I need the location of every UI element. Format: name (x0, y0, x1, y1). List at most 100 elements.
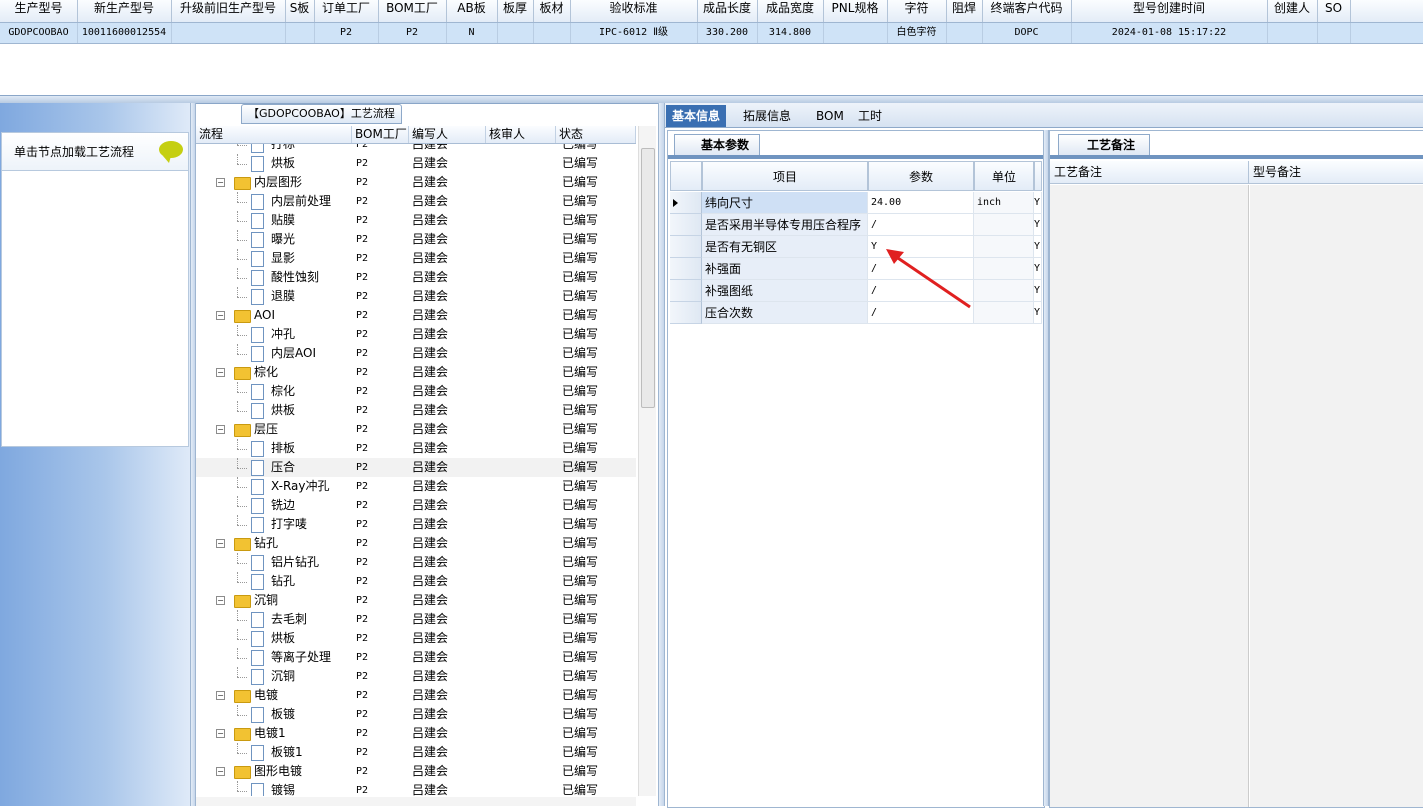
tree-row[interactable]: 棕化 P2 吕建会 已编写 (196, 382, 636, 401)
tree-node-label[interactable]: 图形电镀 (254, 762, 302, 781)
tree-node-label[interactable]: 棕化 (271, 382, 295, 401)
tree-row[interactable]: 显影 P2 吕建会 已编写 (196, 249, 636, 268)
grid-cell[interactable]: GDOPCOOBAO (0, 23, 78, 43)
grid-col-header[interactable]: SO (1317, 0, 1351, 22)
params-row[interactable]: 纬向尺寸 24.00 inch Y (670, 192, 1042, 214)
grid-cell[interactable] (1317, 23, 1351, 43)
params-col-header[interactable]: 参数 (868, 161, 974, 191)
param-value[interactable]: / (868, 214, 974, 236)
grid-cell[interactable]: P2 (314, 23, 379, 43)
tree-node-label[interactable]: 显影 (271, 249, 295, 268)
row-indicator[interactable] (670, 236, 702, 258)
grid-col-header[interactable]: 创建人 (1267, 0, 1318, 22)
tree-node-label[interactable]: 退膜 (271, 287, 295, 306)
tree-row[interactable]: 铣边 P2 吕建会 已编写 (196, 496, 636, 515)
param-value[interactable]: 24.00 (868, 192, 974, 214)
tree-node-label[interactable]: 酸性蚀刻 (271, 268, 319, 287)
tree-node-label[interactable]: 层压 (254, 420, 278, 439)
grid-cell[interactable]: 2024-01-08 15:17:22 (1071, 23, 1268, 43)
params-col-header[interactable]: 项目 (702, 161, 868, 191)
tree-node-label[interactable]: 铝片钻孔 (271, 553, 319, 572)
collapse-icon[interactable]: − (216, 539, 225, 548)
grid-col-header[interactable]: 终端客户代码 (982, 0, 1072, 22)
params-row[interactable]: 是否有无铜区 Y Y (670, 236, 1042, 258)
grid-cell[interactable] (171, 23, 286, 43)
collapse-icon[interactable]: − (216, 178, 225, 187)
tree-row[interactable]: − 棕化 P2 吕建会 已编写 (196, 363, 636, 382)
tree-row[interactable]: 压合 P2 吕建会 已编写 (196, 458, 636, 477)
tree-node-label[interactable]: 镀锡 (271, 781, 295, 796)
grid-cell[interactable]: IPC-6012 Ⅱ级 (570, 23, 698, 43)
grid-cell[interactable] (823, 23, 888, 43)
tree-row[interactable]: 镀锡 P2 吕建会 已编写 (196, 781, 636, 796)
middle-splitter[interactable] (658, 103, 665, 806)
collapse-icon[interactable]: − (216, 368, 225, 377)
grid-col-header[interactable]: 字符 (887, 0, 947, 22)
grid-cell[interactable]: P2 (378, 23, 447, 43)
tab-detail[interactable]: 拓展信息 (737, 105, 797, 127)
grid-col-header[interactable]: 订单工厂 (314, 0, 379, 22)
tree-node-label[interactable]: 电镀 (254, 686, 278, 705)
grid-cell[interactable]: DOPC (982, 23, 1072, 43)
tree-node-label[interactable]: 铣边 (271, 496, 295, 515)
tree-node-label[interactable]: 压合 (271, 458, 295, 477)
tab-process-notes[interactable]: 工艺备注 (1058, 134, 1151, 155)
grid-cell[interactable]: 314.800 (757, 23, 824, 43)
tree-row[interactable]: − 电镀 P2 吕建会 已编写 (196, 686, 636, 705)
tree-node-label[interactable]: 排板 (271, 439, 295, 458)
tree-row[interactable]: − 内层图形 P2 吕建会 已编写 (196, 173, 636, 192)
tree-node-label[interactable]: 棕化 (254, 363, 278, 382)
tree-node-label[interactable]: 板镀1 (271, 743, 303, 762)
grid-col-header[interactable]: S板 (285, 0, 315, 22)
grid-cell[interactable]: N (446, 23, 498, 43)
tree-row[interactable]: − 层压 P2 吕建会 已编写 (196, 420, 636, 439)
tree-row[interactable]: 退膜 P2 吕建会 已编写 (196, 287, 636, 306)
grid-cell[interactable]: 白色字符 (887, 23, 947, 43)
collapse-icon[interactable]: − (216, 596, 225, 605)
tree-node-label[interactable]: 去毛刺 (271, 610, 307, 629)
tree-vertical-scrollbar[interactable] (638, 126, 656, 796)
tree-node-label[interactable]: AOI (254, 306, 275, 325)
grid-col-header[interactable]: 新生产型号 (77, 0, 172, 22)
tree-node-label[interactable]: 贴膜 (271, 211, 295, 230)
tree-node-label[interactable]: 电镀1 (254, 724, 286, 743)
tree-col-header[interactable]: 编写人 (409, 126, 486, 143)
tree-scroll-thumb[interactable] (641, 148, 655, 408)
tree-row[interactable]: 烘板 P2 吕建会 已编写 (196, 401, 636, 420)
tree-node-label[interactable]: 烘板 (271, 401, 295, 420)
collapse-icon[interactable]: − (216, 767, 225, 776)
grid-cell[interactable] (497, 23, 534, 43)
tree-row[interactable]: 打字唛 P2 吕建会 已编写 (196, 515, 636, 534)
tree-row[interactable]: 板镀 P2 吕建会 已编写 (196, 705, 636, 724)
params-row[interactable]: 补强面 / Y (670, 258, 1042, 280)
model-grid-row-selected[interactable]: GDOPCOOBAO 10011600012554 P2 P2 N IPC-6012 Ⅱ级… (0, 23, 1423, 44)
tab-detail[interactable]: 工时 (852, 105, 888, 127)
row-indicator[interactable] (670, 192, 702, 214)
grid-cell[interactable] (285, 23, 315, 43)
row-indicator[interactable] (670, 258, 702, 280)
grid-col-header[interactable]: 型号创建时间 (1071, 0, 1268, 22)
tree-node-label[interactable]: 内层前处理 (271, 192, 331, 211)
tree-node-label[interactable]: 沉铜 (271, 667, 295, 686)
model-notes-field[interactable] (1250, 185, 1423, 807)
tree-node-label[interactable]: 沉铜 (254, 591, 278, 610)
grid-col-header[interactable]: PNL规格 (823, 0, 888, 22)
collapse-icon[interactable]: − (216, 311, 225, 320)
tab-detail[interactable]: BOM (810, 105, 850, 127)
collapse-icon[interactable]: − (216, 729, 225, 738)
tree-node-label[interactable]: 内层AOI (271, 344, 316, 363)
collapse-icon[interactable]: − (216, 425, 225, 434)
tree-row[interactable]: − 电镀1 P2 吕建会 已编写 (196, 724, 636, 743)
tree-row[interactable]: 酸性蚀刻 P2 吕建会 已编写 (196, 268, 636, 287)
tree-row[interactable]: 沉铜 P2 吕建会 已编写 (196, 667, 636, 686)
row-indicator[interactable] (670, 214, 702, 236)
tree-row[interactable]: − 钻孔 P2 吕建会 已编写 (196, 534, 636, 553)
tab-detail[interactable]: 基本信息 (666, 105, 727, 127)
tab-basic-params[interactable]: 基本参数 (674, 134, 761, 155)
tree-row[interactable]: 烘板 P2 吕建会 已编写 (196, 629, 636, 648)
tree-col-header[interactable]: BOM工厂 (352, 126, 409, 143)
tree-row[interactable]: 烘板 P2 吕建会 已编写 (196, 154, 636, 173)
tree-row[interactable]: 冲孔 P2 吕建会 已编写 (196, 325, 636, 344)
grid-col-header[interactable]: 升级前旧生产型号 (171, 0, 286, 22)
tree-horizontal-scrollbar[interactable] (196, 797, 636, 806)
